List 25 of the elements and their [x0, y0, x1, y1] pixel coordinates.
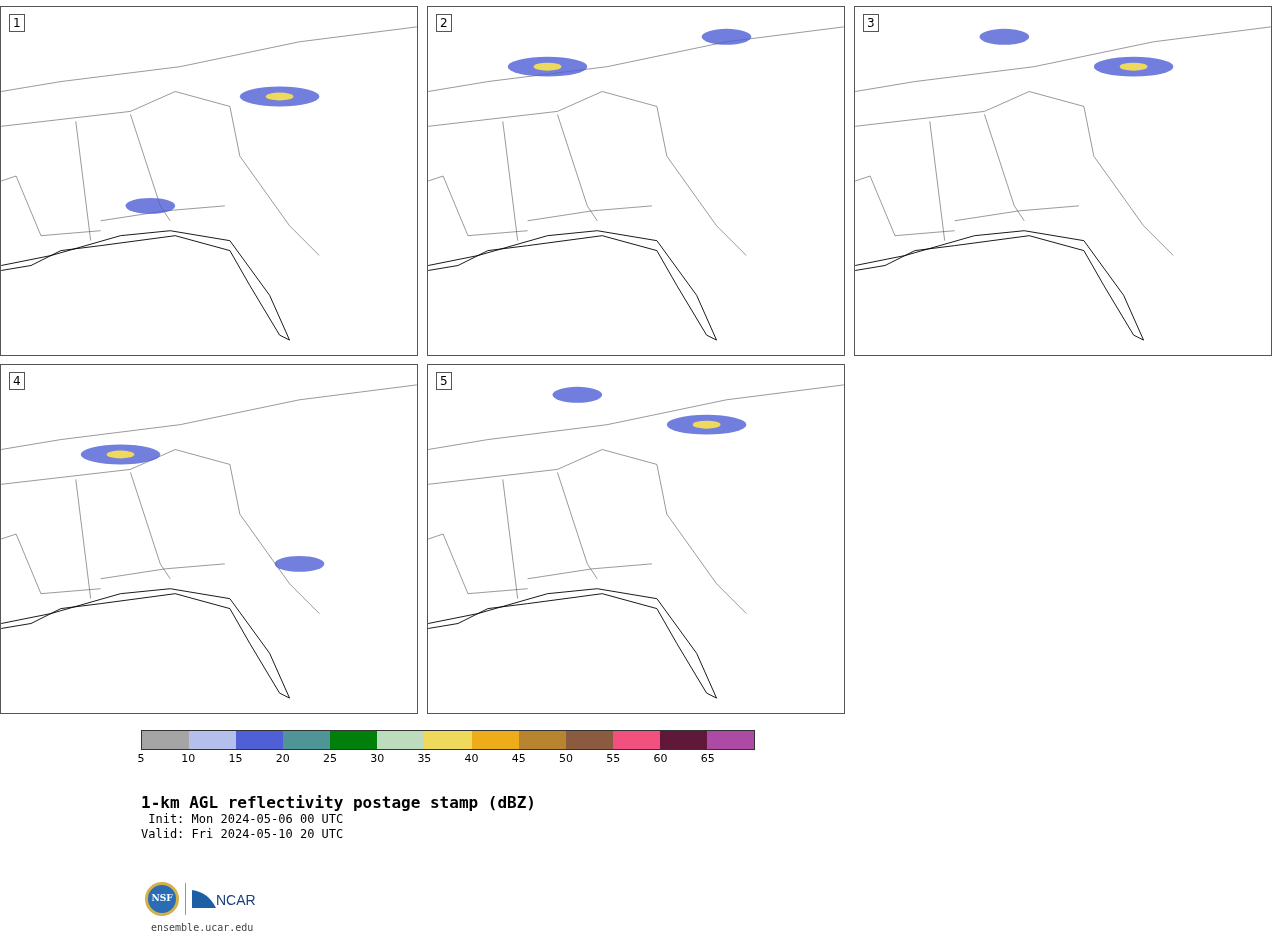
- arc-logo-icon: [192, 890, 216, 908]
- tick-label: 15: [228, 753, 243, 765]
- panel-number: 3: [863, 14, 879, 32]
- logo-text: NCAR: [216, 892, 256, 908]
- tick-label: 65: [700, 753, 715, 765]
- tick-label: 50: [559, 753, 574, 765]
- site-url: ensemble.ucar.edu: [151, 922, 254, 934]
- tick-label: 20: [275, 753, 290, 765]
- panel-number: 4: [9, 372, 25, 390]
- valid-time: Valid: Fri 2024-05-10 20 UTC: [141, 827, 345, 842]
- tick-label: 30: [370, 753, 385, 765]
- panel-number: 5: [436, 372, 452, 390]
- panel-number: 1: [9, 14, 25, 32]
- tick-label: 25: [322, 753, 337, 765]
- init-time: Init: Mon 2024-05-06 00 UTC: [147, 812, 345, 827]
- tick-label: 40: [464, 753, 479, 765]
- panel-number: 2: [436, 14, 452, 32]
- tick-label: 45: [511, 753, 526, 765]
- tick-label: 60: [653, 753, 668, 765]
- tick-label: 5: [137, 753, 145, 765]
- tick-label: 35: [417, 753, 432, 765]
- seal-logo: NSF: [145, 882, 179, 916]
- tick-label: 55: [606, 753, 621, 765]
- tick-label: 10: [181, 753, 196, 765]
- chart-title: 1-km AGL reflectivity postage stamp (dBZ): [141, 794, 537, 812]
